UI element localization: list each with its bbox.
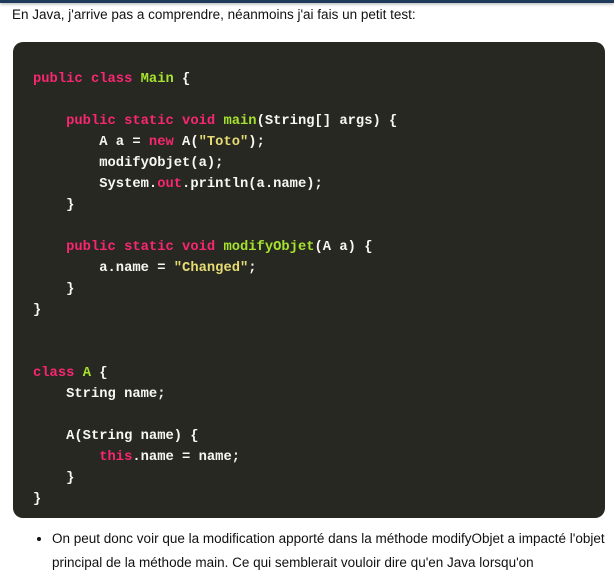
code-token: main: [223, 114, 257, 129]
code-token: A a =: [33, 135, 149, 150]
bullet-list: On peut donc voir que la modification ap…: [34, 527, 614, 575]
code-line: public static void modifyObjet(A a) {: [33, 237, 605, 258]
code-token: }: [33, 282, 75, 297]
code-token: {: [90, 366, 108, 381]
code-token: {: [173, 72, 191, 87]
code-line: class A {: [33, 363, 605, 384]
code-line: }: [33, 300, 605, 321]
code-line: System.out.println(a.name);: [33, 174, 605, 195]
code-token: A(String name) {: [33, 429, 199, 444]
code-line: }: [33, 489, 605, 510]
code-token: public static void: [66, 240, 224, 255]
code-token: this: [99, 450, 133, 465]
code-token: modifyObjet(a);: [33, 156, 224, 171]
code-token: A: [82, 366, 91, 381]
list-item: On peut donc voir que la modification ap…: [52, 527, 614, 575]
code-line: modifyObjet(a);: [33, 153, 605, 174]
code-token: }: [33, 198, 75, 213]
code-line: this.name = name;: [33, 447, 605, 468]
code-token: }: [33, 303, 42, 318]
code-token: ;: [248, 261, 257, 276]
code-line: A(String name) {: [33, 426, 605, 447]
code-token: "Changed": [173, 261, 249, 276]
code-line: a.name = "Changed";: [33, 258, 605, 279]
intro-text: En Java, j'arrive pas a comprendre, néan…: [12, 7, 416, 22]
code-token: String name;: [33, 387, 166, 402]
code-token: .name = name;: [132, 450, 241, 465]
code-token: public class: [33, 72, 141, 87]
code-token: );: [248, 135, 265, 150]
code-line: public class Main {: [33, 69, 605, 90]
code-token: a.name =: [33, 261, 174, 276]
top-bar: [0, 0, 614, 3]
code-token: public static void: [66, 114, 224, 129]
code-token: "Toto": [198, 135, 249, 150]
code-line: }: [33, 279, 605, 300]
code-token: }: [33, 492, 42, 507]
code-line: A a = new A("Toto");: [33, 132, 605, 153]
code-token: System.: [33, 177, 158, 192]
code-token: .println(a.name);: [182, 177, 323, 192]
code-token: A(: [182, 135, 199, 150]
code-line: String name;: [33, 384, 605, 405]
code-token: out: [157, 177, 183, 192]
code-token: (A a) {: [314, 240, 373, 255]
code-block: public class Main { public static void m…: [13, 42, 605, 518]
code-token: class: [33, 366, 83, 381]
code-token: }: [33, 471, 75, 486]
code-token: modifyObjet: [223, 240, 315, 255]
code-token: Main: [140, 72, 174, 87]
code-line: }: [33, 195, 605, 216]
code-token: new: [148, 135, 183, 150]
code-line: }: [33, 468, 605, 489]
code-line: public static void main(String[] args) {: [33, 111, 605, 132]
code-token: (String[] args) {: [256, 114, 398, 129]
